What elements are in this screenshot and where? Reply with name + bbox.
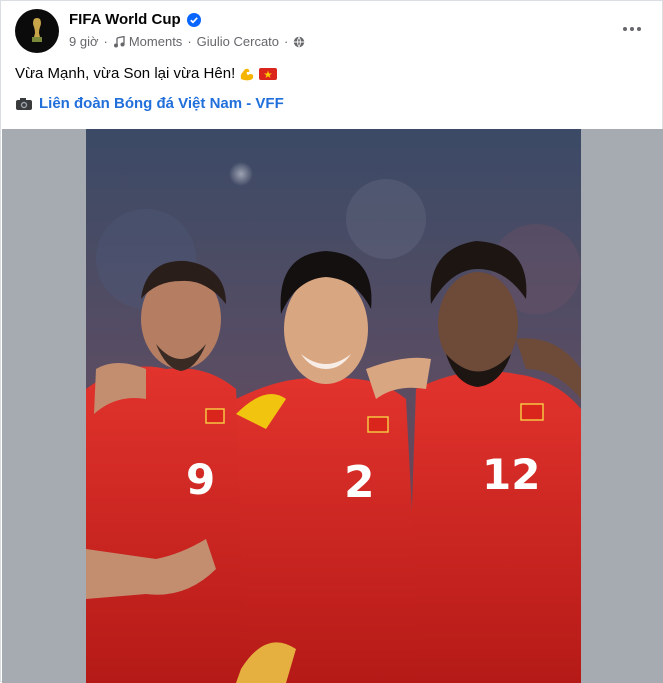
music-note-icon: [113, 35, 125, 47]
world-cup-trophy-icon: [32, 18, 42, 42]
jersey-number-2: 2: [344, 457, 375, 508]
music-title[interactable]: Moments: [129, 34, 182, 49]
globe-icon[interactable]: [293, 36, 305, 48]
page-avatar[interactable]: [15, 9, 59, 53]
verified-badge-icon: [186, 12, 201, 27]
post-caption: Vừa Mạnh, vừa Son lại vừa Hên!: [15, 65, 278, 82]
post-card: FIFA World Cup 9 giờ · Moments · Giulio …: [0, 0, 663, 683]
photo-credit: Liên đoàn Bóng đá Việt Nam - VFF: [15, 95, 284, 112]
meta-separator: ·: [103, 34, 108, 49]
meta-separator: ·: [284, 34, 289, 49]
post-meta: 9 giờ · Moments · Giulio Cercato ·: [69, 34, 305, 49]
flexed-biceps-emoji: [240, 68, 254, 80]
caption-text: Vừa Mạnh, vừa Son lại vừa Hên!: [15, 65, 236, 82]
more-horizontal-icon: [623, 27, 627, 31]
post-photo[interactable]: 9 12 2: [86, 129, 581, 683]
jersey-number-9: 9: [186, 455, 215, 504]
players-photo: 9 12 2: [86, 129, 581, 683]
camera-icon: [16, 97, 32, 110]
post-timestamp[interactable]: 9 giờ: [69, 34, 99, 49]
credit-link[interactable]: Liên đoàn Bóng đá Việt Nam - VFF: [39, 95, 284, 112]
music-artist[interactable]: Giulio Cercato: [197, 34, 279, 49]
meta-separator: ·: [187, 34, 192, 49]
jersey-number-12: 12: [482, 450, 540, 499]
more-options-button[interactable]: [618, 15, 646, 43]
page-name-link[interactable]: FIFA World Cup: [69, 11, 181, 28]
vietnam-flag-emoji: [259, 67, 278, 80]
